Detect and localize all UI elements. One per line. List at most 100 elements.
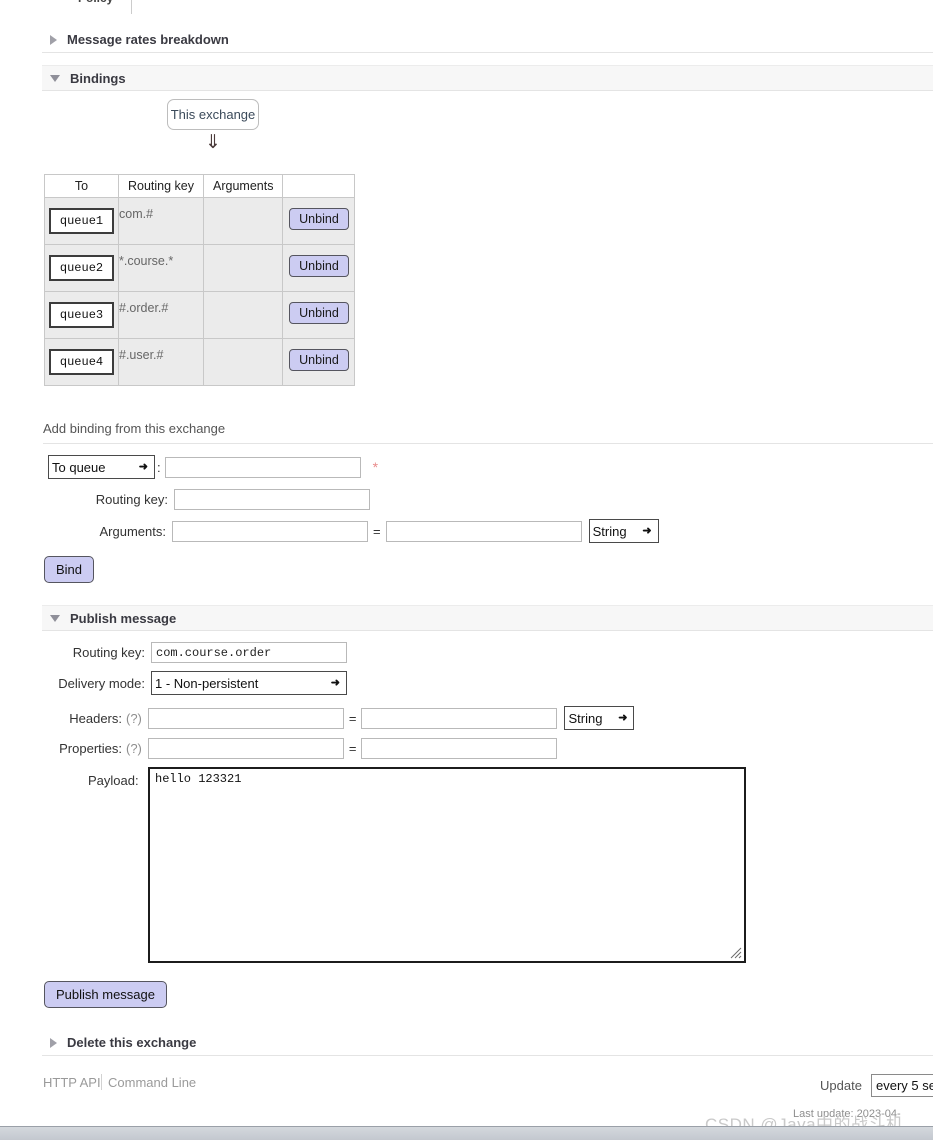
section-message-rates-breakdown[interactable]: Message rates breakdown <box>42 27 933 53</box>
cell-arguments <box>203 291 284 339</box>
properties-help-icon[interactable]: (?) <box>126 741 142 756</box>
payload-label: Payload: <box>88 773 139 788</box>
http-api-link[interactable]: HTTP API <box>43 1075 101 1090</box>
argument-type-select-wrap: String ➜ <box>588 519 659 543</box>
header-type-select-wrap: String ➜ <box>564 706 635 730</box>
queue-link[interactable]: queue4 <box>48 349 115 375</box>
destination-type-select-wrap: To queue ➜ <box>48 455 155 479</box>
equals-label: = <box>373 523 381 539</box>
column-header-to: To <box>44 174 119 198</box>
section-title: Publish message <box>70 610 177 626</box>
delivery-mode-label: Delivery mode: <box>58 675 145 691</box>
section-title: Message rates breakdown <box>67 32 229 47</box>
section-bindings[interactable]: Bindings <box>42 65 933 91</box>
command-line-link[interactable]: Command Line <box>108 1075 196 1090</box>
cell-routing-key: com.# <box>117 197 205 245</box>
payload-textarea[interactable]: hello 123321 <box>148 767 746 963</box>
binding-arguments-row: Arguments: = String ➜ <box>48 519 659 543</box>
bind-button[interactable]: Bind <box>44 556 95 583</box>
os-taskbar <box>0 1126 933 1140</box>
equals-label: = <box>348 710 357 726</box>
delivery-mode-select[interactable]: 1 - Non-persistent <box>151 671 347 695</box>
cell-routing-key: #.order.# <box>117 291 205 339</box>
this-exchange-node: This exchange <box>167 99 259 130</box>
chevron-down-icon <box>50 74 60 82</box>
section-publish-message[interactable]: Publish message <box>42 605 933 631</box>
table-row: queue2 *.course.* Unbind <box>44 244 356 292</box>
delivery-mode-row: Delivery mode: 1 - Non-persistent ➜ <box>44 671 347 695</box>
header-key-input[interactable] <box>147 707 344 729</box>
chevron-right-icon <box>50 34 57 45</box>
publish-message-button[interactable]: Publish message <box>44 981 167 1008</box>
column-header-actions <box>282 174 356 198</box>
publish-routing-key-input[interactable] <box>151 642 347 663</box>
bindings-table: To Routing key Arguments queue1 com.# Un… <box>44 174 356 386</box>
equals-label: = <box>348 741 357 756</box>
binding-routing-key-row: Routing key: <box>48 489 370 510</box>
property-value-input[interactable] <box>361 738 558 759</box>
update-interval-select[interactable]: every 5 seconds <box>871 1074 933 1097</box>
colon-label: : <box>157 459 161 475</box>
argument-type-select[interactable]: String <box>588 519 659 543</box>
footer-divider <box>101 1074 102 1090</box>
update-label: Update <box>820 1078 862 1093</box>
headers-help-icon[interactable]: (?) <box>126 711 142 726</box>
queue-link[interactable]: queue3 <box>48 302 115 328</box>
argument-key-input[interactable] <box>172 520 368 542</box>
routing-key-value: *.course.* <box>119 254 174 268</box>
arguments-label: Arguments: <box>99 523 166 539</box>
section-title: Delete this exchange <box>67 1035 197 1050</box>
destination-type-select[interactable]: To queue <box>48 455 155 479</box>
add-binding-title: Add binding from this exchange <box>43 421 226 436</box>
destination-input[interactable] <box>164 456 361 478</box>
section-title: Bindings <box>70 70 126 86</box>
cell-routing-key: *.course.* <box>117 244 205 292</box>
publish-routing-key-label: Routing key: <box>72 645 145 660</box>
properties-label: Properties: <box>59 741 122 756</box>
unbind-button[interactable]: Unbind <box>289 208 349 230</box>
unbind-button[interactable]: Unbind <box>289 302 349 324</box>
unbind-button[interactable]: Unbind <box>289 255 349 277</box>
table-header-row: To Routing key Arguments <box>44 174 356 198</box>
last-update-text: Last update: 2023-04- <box>793 1108 901 1120</box>
property-key-input[interactable] <box>147 738 344 759</box>
chevron-down-icon <box>50 614 60 622</box>
delivery-mode-select-wrap: 1 - Non-persistent ➜ <box>151 671 347 695</box>
cell-arguments <box>203 338 284 386</box>
divider <box>43 443 933 444</box>
cell-action: Unbind <box>282 244 356 292</box>
required-asterisk: * <box>372 459 379 475</box>
cell-to: queue1 <box>44 197 119 245</box>
cell-to: queue2 <box>44 244 119 292</box>
cell-action: Unbind <box>282 338 356 386</box>
section-delete-exchange[interactable]: Delete this exchange <box>42 1030 933 1056</box>
exchange-detail-page: Policy Message rates breakdown Bindings … <box>0 0 933 1140</box>
queue-link[interactable]: queue1 <box>48 208 115 234</box>
column-header-routing-key: Routing key <box>117 174 205 198</box>
table-row: queue3 #.order.# Unbind <box>44 291 356 339</box>
cell-to: queue3 <box>44 291 119 339</box>
top-cutoff-strip: Policy <box>0 0 933 22</box>
this-exchange-label: This exchange <box>170 107 256 122</box>
publish-routing-key-row: Routing key: <box>44 642 347 663</box>
header-type-select[interactable]: String <box>564 706 635 730</box>
header-value-input[interactable] <box>361 707 558 729</box>
policy-label: Policy <box>78 0 113 5</box>
cell-routing-key: #.user.# <box>117 338 205 386</box>
cell-action: Unbind <box>282 291 356 339</box>
routing-key-value: #.user.# <box>119 348 164 362</box>
routing-key-value: com.# <box>119 207 154 221</box>
cell-to: queue4 <box>44 338 119 386</box>
table-row: queue1 com.# Unbind <box>44 197 356 245</box>
routing-key-value: #.order.# <box>119 301 169 315</box>
cell-action: Unbind <box>282 197 356 245</box>
table-row: queue4 #.user.# Unbind <box>44 338 356 386</box>
unbind-button[interactable]: Unbind <box>289 349 349 371</box>
headers-row: Headers: (?) = String ➜ <box>44 706 635 730</box>
binding-routing-key-input[interactable] <box>174 489 370 510</box>
argument-value-input[interactable] <box>385 520 582 542</box>
routing-key-label: Routing key: <box>95 492 168 507</box>
chevron-right-icon <box>50 1037 57 1048</box>
properties-row: Properties: (?) = <box>44 738 558 759</box>
queue-link[interactable]: queue2 <box>48 255 115 281</box>
